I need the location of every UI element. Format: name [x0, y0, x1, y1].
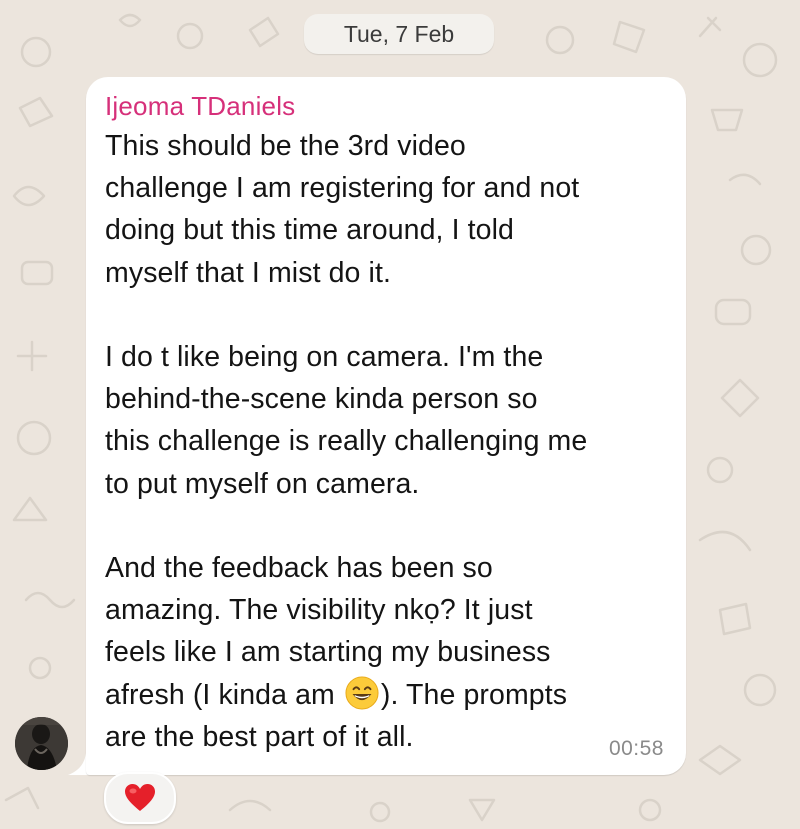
reaction-badge[interactable]	[104, 772, 176, 824]
message-bubble[interactable]: Ijeoma TDaniels This should be the 3rd v…	[86, 77, 686, 775]
message-line: myself that I mist do it.	[105, 256, 391, 289]
message-line: are the best part of it all.	[105, 720, 414, 753]
message-line: amazing. The visibility nkọ? It just	[105, 594, 533, 627]
avatar[interactable]	[15, 717, 68, 770]
date-separator: Tue, 7 Feb	[304, 14, 494, 54]
message-line: This should be the 3rd video	[105, 130, 466, 162]
message-line: afresh (I kinda am	[105, 678, 343, 711]
message-line: feels like I am starting my business	[105, 636, 551, 669]
message-line: I do t like being on camera. I'm the	[105, 341, 544, 374]
message-line: ). The prompts	[380, 678, 568, 711]
sender-name[interactable]: Ijeoma TDaniels	[105, 89, 295, 123]
red-heart-icon	[125, 784, 155, 811]
message-line: to put myself on camera.	[105, 467, 420, 500]
message-line: behind-the-scene kinda person so	[105, 383, 538, 416]
message-line: this challenge is really challenging me	[105, 425, 588, 458]
avatar-photo-icon	[15, 717, 68, 770]
message-timestamp: 00:58	[608, 737, 664, 760]
message-line: doing but this time around, I told	[105, 214, 514, 247]
message-line: And the feedback has been so	[105, 552, 493, 585]
message-line: challenge I am registering for and not	[105, 172, 580, 205]
message-text: This should be the 3rd video challenge I…	[105, 125, 675, 758]
grinning-face-with-smiling-eyes-icon	[345, 676, 379, 710]
